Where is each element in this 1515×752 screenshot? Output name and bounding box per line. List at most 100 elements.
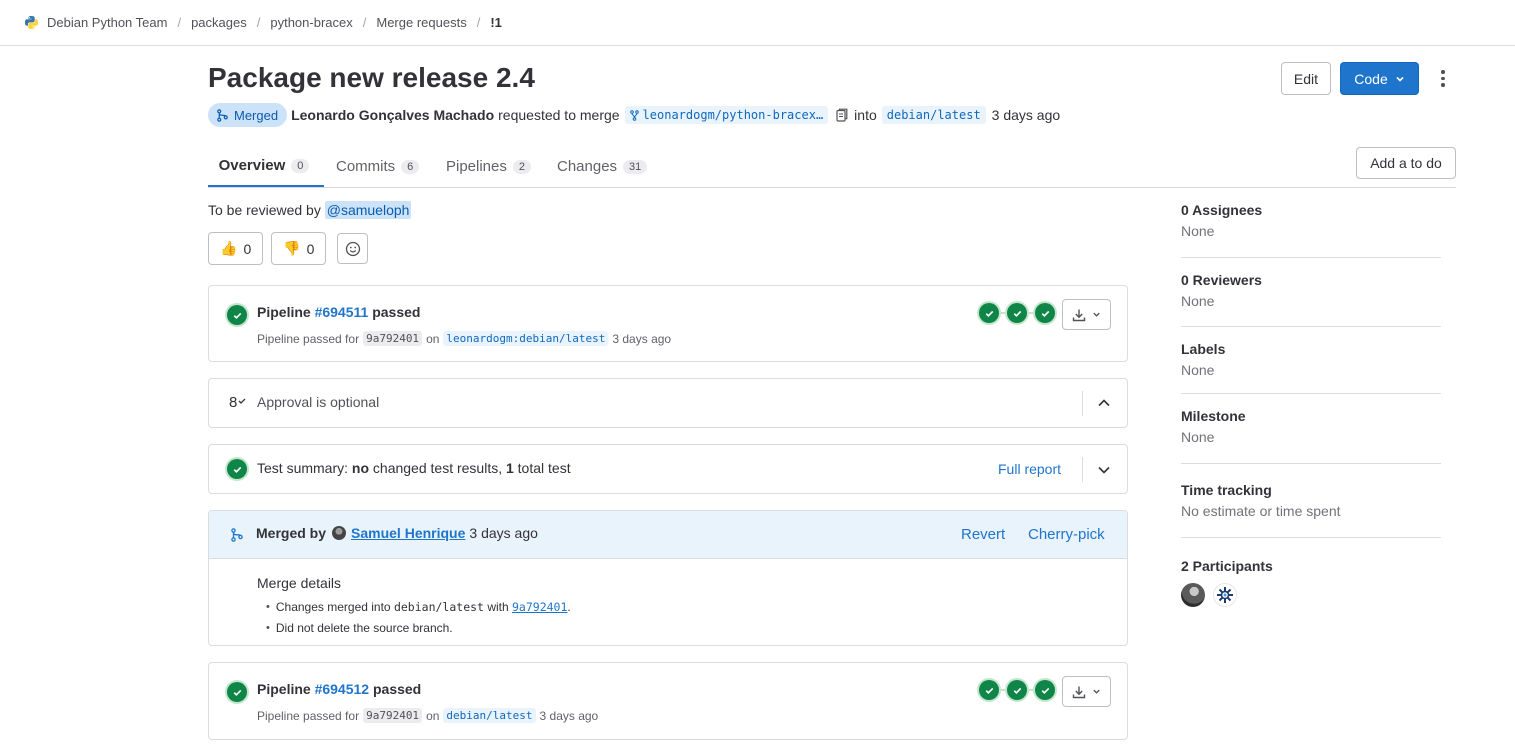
- merge-detail-text: Did not delete the source branch.: [275, 621, 453, 635]
- breadcrumb-item-packages[interactable]: packages: [191, 15, 247, 30]
- reviewer-mention[interactable]: @samueloph: [324, 201, 412, 219]
- test-summary-suffix: total test: [517, 460, 571, 476]
- full-report-link[interactable]: Full report: [998, 461, 1061, 477]
- download-icon: [1072, 686, 1086, 698]
- tab-label: Pipelines: [446, 158, 507, 175]
- stage-connector: [1027, 312, 1035, 314]
- stage-success-icon[interactable]: [1007, 303, 1027, 323]
- merge-commit-link[interactable]: 9a792401: [512, 597, 567, 618]
- chevron-up-icon[interactable]: [1097, 396, 1111, 410]
- avatar[interactable]: [1213, 583, 1237, 607]
- breadcrumb-item-current[interactable]: !1: [490, 15, 502, 30]
- stage-success-icon[interactable]: [1035, 303, 1055, 323]
- thumbsdown-button[interactable]: 👎 0: [271, 232, 327, 265]
- target-branch[interactable]: debian/latest: [881, 106, 986, 124]
- list-item: Did not delete the source branch.: [266, 618, 571, 639]
- stage-success-icon[interactable]: [979, 303, 999, 323]
- edit-button[interactable]: Edit: [1280, 62, 1331, 95]
- merged-by-user[interactable]: Samuel Henrique: [351, 525, 465, 541]
- stage-success-icon[interactable]: [1035, 680, 1055, 700]
- identicon-icon: [1217, 587, 1233, 603]
- add-todo-button[interactable]: Add a to do: [1356, 147, 1456, 179]
- avatar: [332, 526, 347, 540]
- tab-count: 2: [512, 159, 531, 174]
- pipeline-link[interactable]: #694512: [315, 681, 370, 697]
- status-badge: Merged: [208, 103, 288, 127]
- tab-overview[interactable]: Overview 0: [208, 146, 324, 187]
- list-item: Changes merged into debian/latest with 9…: [266, 597, 571, 618]
- milestone-label: Milestone: [1181, 408, 1246, 424]
- divider: [1082, 457, 1083, 482]
- award-emoji-bar: 👍 0 👎 0: [208, 232, 369, 265]
- merge-detail-text: Changes merged into: [275, 600, 391, 614]
- more-actions-icon[interactable]: [1431, 70, 1455, 87]
- on-text: on: [426, 331, 440, 346]
- pipeline-ref[interactable]: debian/latest: [443, 708, 536, 723]
- mr-meta: Merged Leonardo Gonçalves Machado reques…: [208, 103, 1060, 127]
- pipeline-ref[interactable]: leonardogm:debian/latest: [443, 331, 609, 346]
- test-summary-no: no: [351, 460, 370, 476]
- fork-icon: [629, 109, 639, 121]
- test-summary-prefix: Test summary:: [257, 460, 349, 476]
- on-text: on: [426, 708, 440, 723]
- breadcrumb-item-merge-requests[interactable]: Merge requests: [376, 15, 466, 30]
- artifacts-download-button[interactable]: [1062, 299, 1111, 330]
- chevron-down-icon[interactable]: [1097, 463, 1111, 477]
- labels-value: None: [1181, 362, 1215, 378]
- artifacts-download-button[interactable]: [1062, 676, 1111, 707]
- breadcrumb-separator: /: [476, 15, 481, 30]
- pipeline-prefix: Pipeline: [257, 304, 311, 320]
- add-reaction-button[interactable]: [337, 233, 369, 264]
- tab-changes[interactable]: Changes 31: [557, 146, 648, 187]
- labels-label: Labels: [1181, 341, 1226, 357]
- tab-commits[interactable]: Commits 6: [336, 146, 420, 187]
- tab-label: Overview: [218, 157, 286, 174]
- stage-connector: [999, 689, 1007, 691]
- pipeline-stages: [979, 680, 1055, 700]
- merge-detail-branch: debian/latest: [393, 600, 484, 614]
- pipeline-title: Pipeline #694512 passed: [257, 681, 421, 697]
- stage-connector: [1027, 689, 1035, 691]
- revert-button[interactable]: Revert: [961, 526, 1005, 543]
- status-success-icon: [227, 459, 247, 479]
- code-dropdown-button[interactable]: Code: [1340, 62, 1419, 95]
- source-branch[interactable]: leonardogm/python-bracex…: [624, 106, 829, 124]
- pipeline-subtitle: Pipeline passed for 9a792401 on leonardo…: [257, 331, 671, 346]
- pipeline-time: 3 days ago: [612, 331, 672, 346]
- pipeline-link[interactable]: #694511: [315, 304, 369, 320]
- labels-section: Labels None: [1181, 327, 1441, 394]
- avatar[interactable]: [1181, 583, 1205, 607]
- header-actions: Edit Code: [1280, 62, 1455, 95]
- test-summary-card: Test summary: no changed test results, 1…: [208, 444, 1128, 494]
- thumbsup-button[interactable]: 👍 0: [208, 232, 264, 265]
- python-logo-icon: [24, 15, 39, 30]
- author-name[interactable]: Leonardo Gonçalves Machado: [291, 107, 494, 123]
- stage-success-icon[interactable]: [979, 680, 999, 700]
- into-text: into: [854, 107, 877, 123]
- thumbsup-count: 0: [243, 240, 252, 257]
- commit-sha[interactable]: 9a792401: [363, 708, 423, 723]
- time-tracking-value: No estimate or time spent: [1181, 503, 1341, 519]
- test-summary-total: 1: [505, 460, 514, 476]
- tab-count: 0: [291, 158, 310, 173]
- test-summary-text: Test summary: no changed test results, 1…: [257, 460, 571, 476]
- copy-icon[interactable]: [836, 108, 848, 122]
- page-title: Package new release 2.4: [208, 62, 535, 93]
- breadcrumb-item-group[interactable]: Debian Python Team: [24, 15, 167, 30]
- status-success-icon[interactable]: [227, 682, 247, 702]
- mr-tabs: Overview 0 Commits 6 Pipelines 2 Changes…: [208, 146, 1456, 188]
- tab-pipelines[interactable]: Pipelines 2: [446, 146, 531, 187]
- code-button-label: Code: [1354, 70, 1388, 87]
- cherry-pick-button[interactable]: Cherry-pick: [1028, 526, 1105, 543]
- breadcrumb-item-project[interactable]: python-bracex: [270, 15, 352, 30]
- pipeline-title: Pipeline #694511 passed: [257, 304, 420, 320]
- pipeline-card: Pipeline #694512 passed Pipeline passed …: [208, 662, 1128, 740]
- merge-icon: [217, 108, 228, 122]
- commit-sha[interactable]: 9a792401: [363, 331, 423, 346]
- merged-by-prefix: Merged by: [256, 525, 327, 541]
- merge-detail-end: .: [567, 600, 571, 614]
- pipeline-stages: [979, 303, 1055, 323]
- milestone-section: Milestone None: [1181, 394, 1441, 464]
- stage-success-icon[interactable]: [1007, 680, 1027, 700]
- status-success-icon[interactable]: [227, 305, 247, 325]
